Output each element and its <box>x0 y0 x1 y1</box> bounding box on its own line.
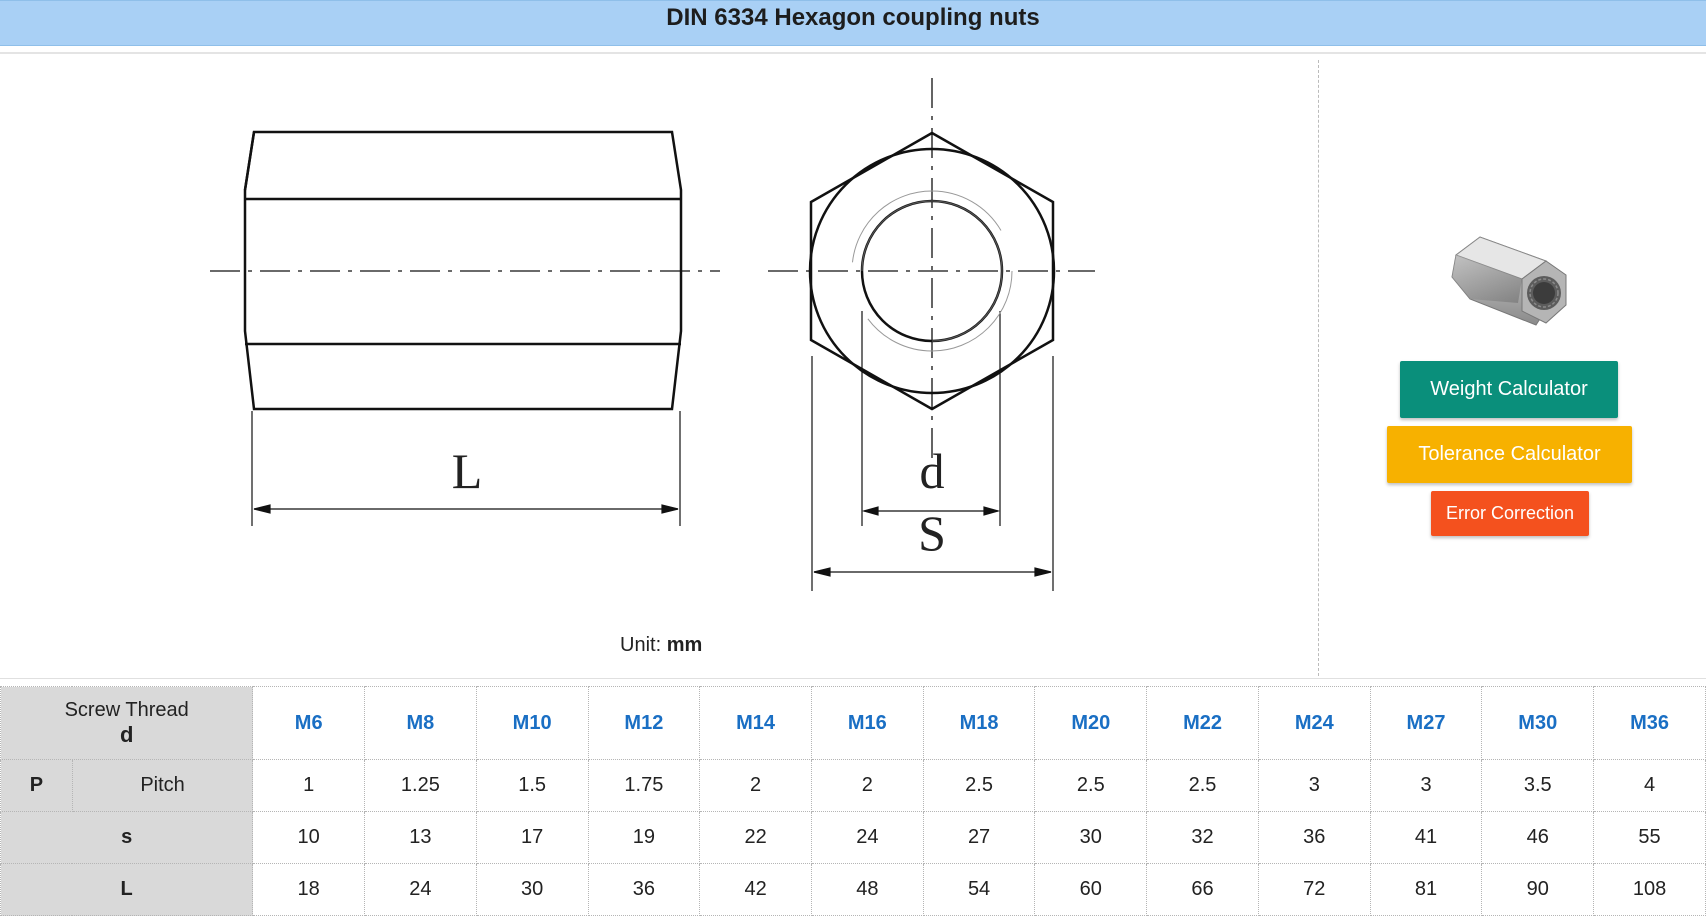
row-label: Pitch <box>71 759 254 812</box>
table-cell: 55 <box>1593 811 1706 864</box>
table-cell: 22 <box>699 811 812 864</box>
size-cell[interactable]: M22 <box>1146 686 1259 760</box>
table-cell: 24 <box>364 863 477 916</box>
drawing-svg: L d S <box>210 78 1095 591</box>
table-cell: 3 <box>1257 759 1371 812</box>
size-cell[interactable]: M30 <box>1481 686 1595 760</box>
table-cell: 2.5 <box>922 759 1036 812</box>
page-title: DIN 6334 Hexagon coupling nuts <box>666 4 1040 31</box>
table-cell: 42 <box>699 863 812 916</box>
divider <box>0 52 1706 54</box>
row-symbol: L <box>0 863 254 916</box>
weight-calculator-button[interactable]: Weight Calculator <box>1400 361 1618 418</box>
table-cell: 41 <box>1369 811 1483 864</box>
table-cell: 90 <box>1481 863 1595 916</box>
table-cell: 2 <box>699 759 812 812</box>
tolerance-calculator-button[interactable]: Tolerance Calculator <box>1387 426 1632 483</box>
row-symbol: P <box>0 759 73 812</box>
table-cell: 60 <box>1034 863 1148 916</box>
table-cell: 36 <box>587 863 701 916</box>
table-row: L 18 24 30 36 42 48 54 60 66 72 81 90 10… <box>0 863 1706 916</box>
table-cell: 18 <box>252 863 366 916</box>
header-cell: Screw Thread d <box>0 686 254 760</box>
table-cell: 108 <box>1593 863 1706 916</box>
table-cell: 46 <box>1481 811 1595 864</box>
table-row: s 10 13 17 19 22 24 27 30 32 36 41 46 55 <box>0 811 1706 864</box>
table-cell: 2 <box>810 759 924 812</box>
size-cell[interactable]: M6 <box>252 686 366 760</box>
table-cell: 81 <box>1369 863 1483 916</box>
divider <box>0 678 1706 679</box>
coupling-nut-image <box>1451 236 1567 326</box>
table-cell: 17 <box>475 811 589 864</box>
unit-prefix: Unit: <box>620 634 662 656</box>
table-cell: 3.5 <box>1481 759 1595 812</box>
size-cell[interactable]: M8 <box>364 686 477 760</box>
table-cell: 30 <box>475 863 589 916</box>
size-cell[interactable]: M12 <box>587 686 701 760</box>
table-cell: 1 <box>252 759 366 812</box>
size-cell[interactable]: M36 <box>1593 686 1706 760</box>
table-cell: 4 <box>1593 759 1706 812</box>
table-row: P Pitch 1 1.25 1.5 1.75 2 2 2.5 2.5 2.5 … <box>0 759 1706 812</box>
table-cell: 32 <box>1146 811 1259 864</box>
table-cell: 3 <box>1369 759 1483 812</box>
size-cell[interactable]: M24 <box>1257 686 1371 760</box>
technical-drawing: L d S <box>0 56 1318 676</box>
table-cell: 2.5 <box>1034 759 1148 812</box>
table-cell: 27 <box>922 811 1036 864</box>
table-cell: 48 <box>810 863 924 916</box>
header-symbol: d <box>119 721 134 747</box>
header-label: Screw Thread <box>64 698 189 721</box>
side-panel: Weight Calculator Tolerance Calculator E… <box>1320 60 1706 676</box>
title-bar: DIN 6334 Hexagon coupling nuts <box>0 0 1706 46</box>
dim-label-L: L <box>452 443 483 499</box>
table-cell: 13 <box>364 811 477 864</box>
table-cell: 10 <box>252 811 366 864</box>
dim-label-S: S <box>918 505 946 561</box>
table-cell: 54 <box>922 863 1036 916</box>
table-cell: 66 <box>1146 863 1259 916</box>
vertical-divider <box>1318 60 1319 676</box>
table-cell: 30 <box>1034 811 1148 864</box>
table-cell: 1.5 <box>475 759 589 812</box>
table-cell: 2.5 <box>1146 759 1259 812</box>
table-cell: 1.75 <box>587 759 701 812</box>
dimension-table: Screw Thread d M6 M8 M10 M12 M14 M16 M18… <box>0 686 1706 916</box>
size-cell[interactable]: M14 <box>699 686 812 760</box>
size-cell[interactable]: M10 <box>475 686 589 760</box>
error-correction-button[interactable]: Error Correction <box>1431 491 1589 536</box>
table-cell: 1.25 <box>364 759 477 812</box>
table-cell: 19 <box>587 811 701 864</box>
size-cell[interactable]: M27 <box>1369 686 1483 760</box>
unit-value: mm <box>666 634 703 656</box>
table-cell: 24 <box>810 811 924 864</box>
size-cell[interactable]: M20 <box>1034 686 1148 760</box>
size-cell[interactable]: M18 <box>922 686 1036 760</box>
table-cell: 72 <box>1257 863 1371 916</box>
size-cell[interactable]: M16 <box>810 686 924 760</box>
dim-label-d: d <box>920 443 945 499</box>
row-symbol: s <box>0 811 254 864</box>
table-header-row: Screw Thread d M6 M8 M10 M12 M14 M16 M18… <box>0 686 1706 760</box>
table-cell: 36 <box>1257 811 1371 864</box>
unit-note: Unit: mm <box>620 634 702 657</box>
